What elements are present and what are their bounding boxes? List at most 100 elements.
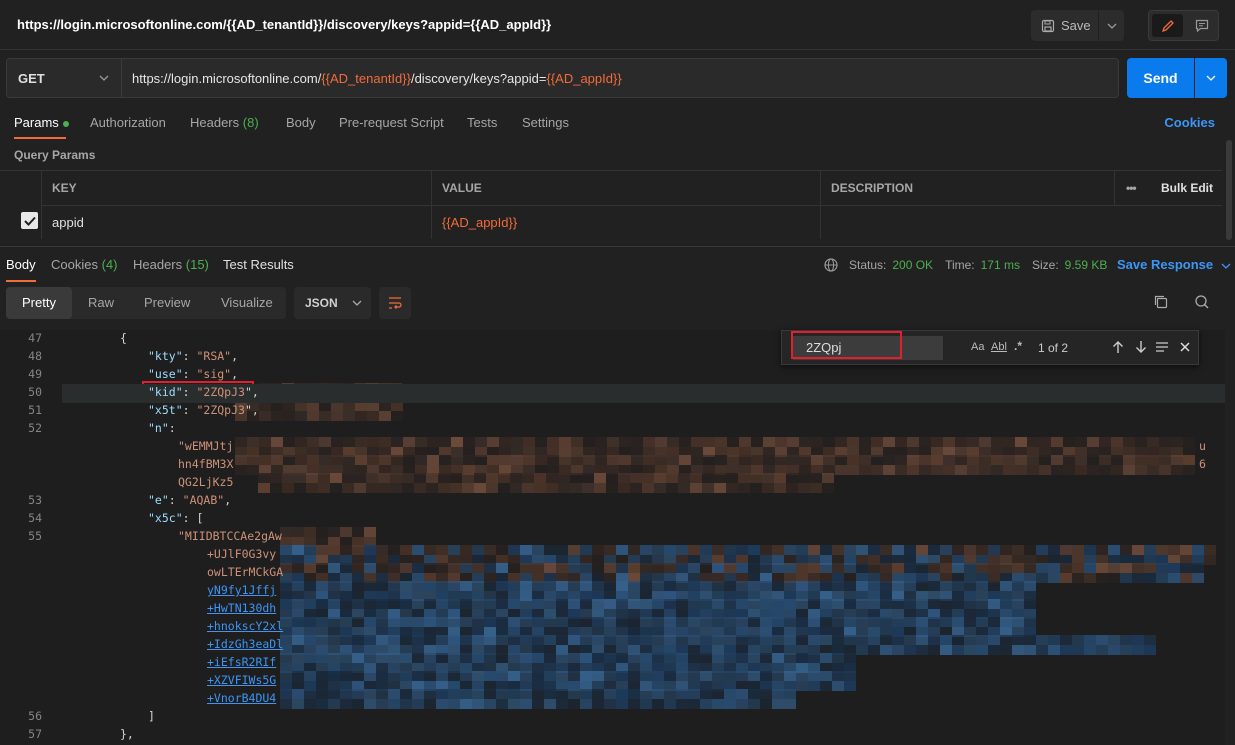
redaction-pixel (1123, 437, 1135, 447)
redaction-pixel (664, 689, 676, 699)
redaction-pixel (724, 599, 736, 609)
status-value[interactable]: 200 OK (892, 258, 933, 272)
redaction-pixel (919, 455, 931, 465)
redaction-pixel (496, 699, 508, 709)
redaction-pixel (388, 635, 400, 645)
tab-response-body[interactable]: Body (6, 257, 36, 272)
code-line: ] (148, 709, 155, 723)
cookies-link[interactable]: Cookies (1164, 115, 1215, 130)
redaction-pixel (1120, 573, 1132, 583)
match-word-icon[interactable]: Abl (991, 341, 1007, 353)
redaction-pixel (448, 545, 460, 555)
redaction-pixel (400, 699, 412, 709)
method-select[interactable]: GET (6, 58, 122, 98)
pencil-icon[interactable] (1152, 14, 1183, 37)
save-options-chevron-icon[interactable] (1099, 10, 1124, 41)
comment-icon[interactable] (1187, 14, 1217, 37)
redaction-pixel (307, 411, 319, 421)
redaction-pixel (354, 483, 366, 493)
response-body-editor[interactable]: 47 {48 "kty": "RSA", 49 "use": "sig", 50 "kid"… (0, 330, 1225, 745)
redaction-pixel (907, 465, 919, 475)
json-link[interactable]: +VnorB4DU4 (207, 691, 276, 705)
more-options-icon[interactable]: ••• (1114, 171, 1152, 205)
regex-icon[interactable]: .* (1014, 339, 1022, 353)
view-preview-button[interactable]: Preview (144, 287, 190, 319)
match-case-icon[interactable]: Aa (971, 341, 984, 353)
tab-headers[interactable]: Headers (8) (190, 115, 259, 130)
arrow-down-icon[interactable] (1135, 340, 1147, 357)
copy-icon[interactable] (1153, 294, 1169, 313)
json-link[interactable]: +HwTN130dh (207, 601, 276, 615)
redaction-pixel (532, 653, 544, 663)
redaction-pixel (412, 699, 424, 709)
tab-test-results[interactable]: Test Results (223, 257, 294, 272)
params-scrollbar[interactable] (1226, 140, 1232, 240)
tab-params[interactable]: Params (14, 115, 69, 130)
redaction-pixel (424, 599, 436, 609)
tab-response-headers[interactable]: Headers (15) (133, 257, 209, 272)
time-value[interactable]: 171 ms (981, 258, 1020, 272)
pane-divider[interactable] (0, 246, 1235, 247)
json-link[interactable]: +iEfsR2RIf (207, 655, 276, 669)
tab-authorization[interactable]: Authorization (90, 115, 166, 130)
url-input[interactable]: https://login.microsoftonline.com/{{AD_t… (122, 58, 1119, 98)
redaction-pixel (1087, 455, 1099, 465)
json-link[interactable]: yN9fy1Jffj (207, 583, 276, 597)
view-raw-button[interactable]: Raw (88, 287, 114, 319)
tab-pre-request-script[interactable]: Pre-request Script (339, 115, 444, 130)
redaction-pixel (1027, 437, 1039, 447)
redaction-pixel (892, 635, 904, 645)
redaction-pixel (364, 653, 376, 663)
redaction-pixel (952, 581, 964, 591)
redaction-pixel (328, 635, 340, 645)
json-link[interactable]: +IdzGh3eaDl (207, 637, 283, 651)
code-line: "wEMMJtj (178, 439, 233, 453)
redaction-pixel (388, 699, 400, 709)
view-pretty-button[interactable]: Pretty (6, 287, 72, 319)
redaction-pixel (340, 599, 352, 609)
redaction-pixel (1168, 573, 1180, 583)
param-description-cell[interactable] (820, 205, 1222, 239)
send-options-chevron-icon[interactable] (1195, 58, 1227, 98)
close-icon[interactable] (1179, 341, 1191, 356)
redaction-pixel (820, 671, 832, 681)
redaction-pixel (940, 635, 952, 645)
save-response-button[interactable]: Save Response (1117, 257, 1231, 272)
tab-tests[interactable]: Tests (467, 115, 497, 130)
request-title[interactable]: https://login.microsoftonline.com/{{AD_t… (17, 17, 551, 32)
json-string: hn4fBM3X (178, 457, 234, 471)
param-enabled-checkbox[interactable] (21, 212, 38, 229)
redaction-pixel (702, 483, 714, 493)
redaction-pixel (1192, 573, 1204, 583)
redaction-pixel (376, 599, 388, 609)
url-variable-appid: {{AD_appId}} (546, 70, 622, 86)
search-icon[interactable] (1194, 294, 1210, 313)
globe-icon[interactable] (823, 257, 839, 273)
param-value-cell[interactable]: {{AD_appId}} (431, 205, 821, 239)
redaction-pixel (412, 545, 424, 555)
view-visualize-button[interactable]: Visualize (221, 287, 273, 319)
wrap-lines-icon[interactable] (379, 287, 411, 319)
redaction-pixel (667, 437, 679, 447)
json-link[interactable]: +hnokscY2xl (207, 619, 283, 633)
find-in-selection-icon[interactable] (1155, 341, 1169, 356)
param-key-cell[interactable]: appid (41, 205, 432, 239)
tab-settings[interactable]: Settings (522, 115, 569, 130)
send-button[interactable]: Send (1127, 58, 1194, 98)
bulk-edit-button[interactable]: Bulk Edit (1151, 171, 1222, 205)
redaction-pixel (688, 545, 700, 555)
json-link[interactable]: +XZVFIWs5G (207, 673, 276, 687)
redaction-pixel (880, 563, 892, 573)
arrow-up-icon[interactable] (1112, 340, 1124, 357)
redaction-pixel (859, 455, 871, 465)
redaction-pixel (460, 671, 472, 681)
redaction-pixel (1012, 563, 1024, 573)
redaction-pixel (1024, 545, 1036, 555)
redaction-pixel (856, 581, 868, 591)
tab-body[interactable]: Body (286, 115, 316, 130)
tab-response-cookies[interactable]: Cookies (4) (51, 257, 117, 272)
redaction-pixel (376, 689, 388, 699)
size-value[interactable]: 9.59 KB (1065, 258, 1108, 272)
save-button[interactable]: Save (1031, 10, 1098, 41)
format-select[interactable]: JSON (294, 287, 371, 319)
